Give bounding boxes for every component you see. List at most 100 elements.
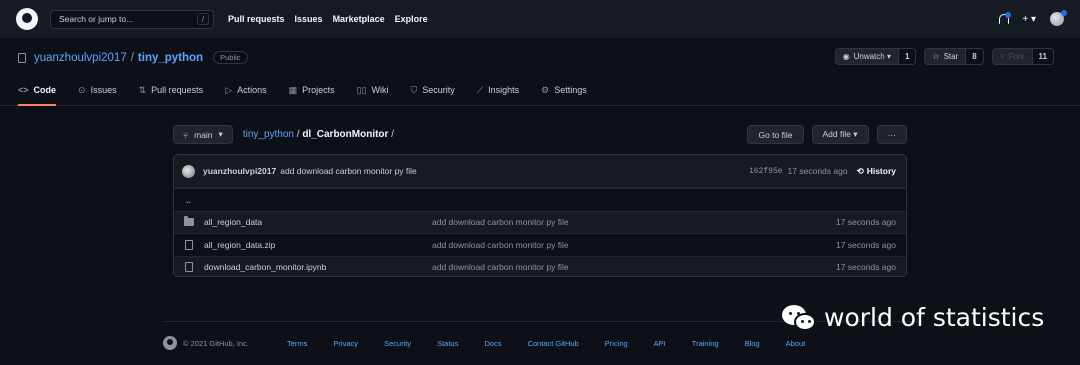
footer-links: Terms Privacy Security Status Docs Conta… <box>287 339 805 348</box>
history-link[interactable]: ⟲ History <box>857 166 896 177</box>
nav-marketplace[interactable]: Marketplace <box>333 14 385 24</box>
book-icon: ▯▯ <box>356 85 367 95</box>
tab-insights[interactable]: ⟋ Insights <box>477 82 519 106</box>
footer-content: © 2021 GitHub, Inc. Terms Privacy Securi… <box>163 336 805 350</box>
footer-link-docs[interactable]: Docs <box>484 339 501 348</box>
file-icon <box>184 239 194 250</box>
table-row: download_carbon_monitor.ipynb add downlo… <box>174 255 906 276</box>
footer-link-about[interactable]: About <box>786 339 806 348</box>
branch-selector[interactable]: ⑂ main ▾ <box>173 125 233 144</box>
avatar-status-dot <box>1061 10 1067 16</box>
footer-link-api[interactable]: API <box>654 339 666 348</box>
file-name-link[interactable]: all_region_data <box>204 217 432 227</box>
footer-link-privacy[interactable]: Privacy <box>333 339 358 348</box>
watch-button[interactable]: ◉ Unwatch ▾ 1 <box>834 48 917 65</box>
tab-label: Wiki <box>371 85 389 95</box>
watch-count[interactable]: 1 <box>897 49 916 64</box>
footer-link-status[interactable]: Status <box>437 339 458 348</box>
commit-message[interactable]: add download carbon monitor py file <box>280 166 417 176</box>
copyright: © 2021 GitHub, Inc. <box>183 338 249 348</box>
committer-avatar[interactable] <box>182 164 195 178</box>
notification-dot <box>1005 12 1012 18</box>
chevron-down-icon: ▾ <box>218 129 223 139</box>
eye-icon: ◉ <box>842 52 850 61</box>
user-avatar[interactable] <box>1050 10 1067 26</box>
header-actions: + ▾ <box>998 10 1067 26</box>
table-row: all_region_data add download carbon moni… <box>174 210 906 233</box>
file-age: 17 seconds ago <box>835 217 896 228</box>
file-name-link[interactable]: download_carbon_monitor.ipynb <box>204 262 432 272</box>
footer-link-terms[interactable]: Terms <box>287 339 307 348</box>
star-label: Star <box>943 52 959 61</box>
watermark-text: world of statistics <box>824 302 1045 332</box>
pull-request-icon: ⇅ <box>138 85 147 95</box>
tab-security[interactable]: ⛉ Security <box>411 82 455 106</box>
file-icon <box>184 262 194 273</box>
fork-label: Fork <box>1008 52 1025 61</box>
github-mark-icon[interactable] <box>163 336 177 350</box>
commit-sha[interactable]: 162f95e <box>749 167 783 176</box>
breadcrumb-trailing-separator: / <box>391 129 394 140</box>
nav-issues[interactable]: Issues <box>295 14 323 24</box>
fork-icon: ⑂ <box>999 52 1005 61</box>
footer-link-blog[interactable]: Blog <box>745 339 760 348</box>
tab-label: Code <box>33 85 57 95</box>
notifications-bell-icon[interactable] <box>998 12 1012 25</box>
footer-link-contact[interactable]: Contact GitHub <box>527 339 578 348</box>
tab-wiki[interactable]: ▯▯ Wiki <box>357 82 389 106</box>
committer-name[interactable]: yuanzhoulvpi2017 <box>203 166 276 176</box>
slash-key-hint: / <box>197 13 209 25</box>
star-count[interactable]: 8 <box>965 49 983 64</box>
fork-count[interactable]: 11 <box>1031 49 1053 64</box>
parent-directory-row[interactable]: .. <box>174 188 906 211</box>
tab-label: Issues <box>90 85 117 95</box>
history-label: History <box>866 166 896 176</box>
history-icon: ⟲ <box>856 165 864 176</box>
file-shape <box>185 239 193 250</box>
more-options-button[interactable]: ··· <box>876 125 907 144</box>
breadcrumb-separator: / <box>296 129 300 140</box>
footer-link-pricing[interactable]: Pricing <box>605 339 628 348</box>
latest-commit-bar: yuanzhoulvpi2017 add download carbon mon… <box>174 155 906 188</box>
file-navigation: ⑂ main ▾ tiny_python / dl_CarbonMonitor … <box>173 125 907 144</box>
file-name-link[interactable]: all_region_data.zip <box>204 240 432 250</box>
footer-link-training[interactable]: Training <box>692 339 719 348</box>
parent-directory-link[interactable]: .. <box>184 195 191 205</box>
tab-issues[interactable]: ⊙ Issues <box>78 82 117 106</box>
file-shape <box>185 262 193 273</box>
repo-icon <box>18 52 26 63</box>
file-commit-message[interactable]: add download carbon monitor py file <box>432 262 836 272</box>
folder-shape <box>184 216 194 227</box>
breadcrumb-repo-link[interactable]: tiny_python <box>243 129 294 140</box>
global-nav: Pull requests Issues Marketplace Explore <box>228 14 428 24</box>
wechat-bubble-small <box>794 313 816 331</box>
github-logo-icon[interactable] <box>16 8 38 30</box>
tab-projects[interactable]: ▦ Projects <box>289 82 335 106</box>
add-file-button[interactable]: Add file ▾ <box>811 125 869 144</box>
search-input[interactable]: Search or jump to... / <box>50 9 214 29</box>
tab-label: Pull requests <box>151 85 204 95</box>
wechat-eye <box>808 320 811 323</box>
fork-button[interactable]: ⑂ Fork 11 <box>991 48 1054 65</box>
file-age: 17 seconds ago <box>835 239 896 250</box>
file-commit-message[interactable]: add download carbon monitor py file <box>432 240 836 250</box>
folder-icon <box>184 216 194 227</box>
create-new-menu[interactable]: + ▾ <box>1022 14 1036 25</box>
footer-link-security[interactable]: Security <box>384 339 411 348</box>
repo-name-link[interactable]: tiny_python <box>138 52 203 64</box>
issue-icon: ⊙ <box>78 85 86 95</box>
branch-name: main <box>194 129 213 140</box>
tab-code[interactable]: <> Code <box>18 82 57 106</box>
breadcrumb: tiny_python / dl_CarbonMonitor / <box>243 129 394 140</box>
nav-pull-requests[interactable]: Pull requests <box>228 14 285 24</box>
star-button[interactable]: ☆ Star 8 <box>924 48 984 65</box>
tab-settings[interactable]: ⚙ Settings <box>541 82 587 106</box>
repo-owner-link[interactable]: yuanzhoulvpi2017 <box>34 52 127 64</box>
go-to-file-button[interactable]: Go to file <box>747 125 804 144</box>
repo-tabs: <> Code ⊙ Issues ⇅ Pull requests ▷ Actions ▦… <box>18 82 587 106</box>
tab-pull-requests[interactable]: ⇅ Pull requests <box>139 82 204 106</box>
tab-actions[interactable]: ▷ Actions <box>225 82 266 106</box>
nav-explore[interactable]: Explore <box>395 14 428 24</box>
star-button-label: ☆ Star <box>925 49 966 64</box>
file-commit-message[interactable]: add download carbon monitor py file <box>432 217 836 227</box>
